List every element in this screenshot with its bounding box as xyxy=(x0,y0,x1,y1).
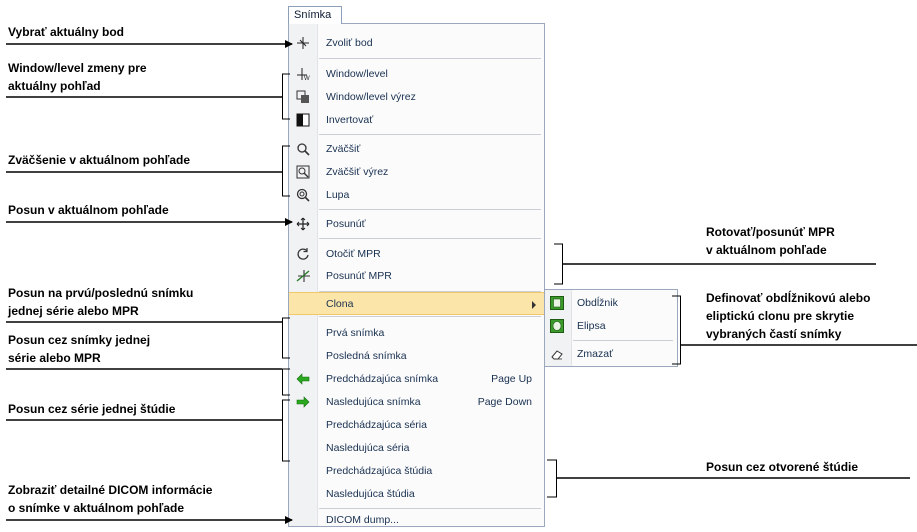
menu-tab-snimka[interactable]: Snímka xyxy=(288,6,342,24)
annotation-leader-lines xyxy=(6,40,917,524)
menu-tab-label: Snímka xyxy=(294,9,332,21)
